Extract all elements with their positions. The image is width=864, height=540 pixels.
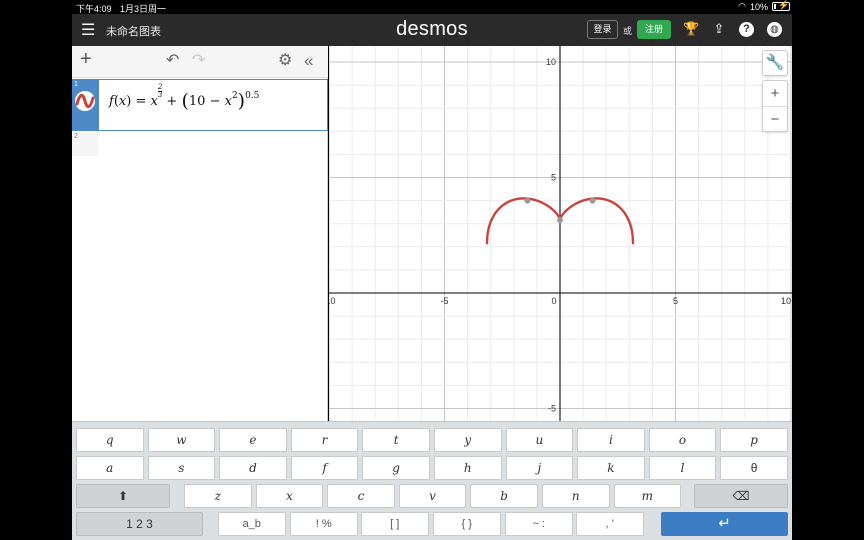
- key-tilde-colon[interactable]: ~ :: [505, 512, 573, 536]
- collapse-panel-button[interactable]: «: [304, 52, 313, 70]
- login-button[interactable]: 登录: [587, 20, 618, 39]
- point-of-interest: [589, 197, 596, 204]
- key-k[interactable]: k: [577, 456, 645, 480]
- x-tick-label: 10: [781, 296, 791, 306]
- expression-row-2[interactable]: 2: [72, 132, 328, 156]
- expression-gutter: 1: [72, 79, 98, 131]
- graph-title[interactable]: 未命名图表: [106, 23, 161, 39]
- x-tick-label: 0: [551, 296, 556, 306]
- key-theta[interactable]: θ: [720, 456, 788, 480]
- y-tick-label: 5: [551, 173, 556, 183]
- expression-index: 1: [74, 81, 78, 88]
- signup-button[interactable]: 注册: [637, 20, 671, 39]
- globe-icon[interactable]: ◍: [767, 22, 782, 37]
- key-subscript[interactable]: a_b: [218, 512, 286, 536]
- key-braces[interactable]: { }: [433, 512, 501, 536]
- x-tick-label: 5: [673, 296, 678, 306]
- key-y[interactable]: y: [434, 428, 502, 452]
- key-d[interactable]: d: [219, 456, 287, 480]
- battery-percent: 10%: [749, 1, 768, 12]
- key-h[interactable]: h: [434, 456, 502, 480]
- x-tick-label: -10: [329, 296, 336, 306]
- expression-panel: + ↶ ↷ ⚙ « 1 f(x) = x23 + (10 − x2)0.5 ✕: [72, 46, 351, 421]
- expression-row-1[interactable]: 1 f(x) = x23 + (10 − x2)0.5 ✕: [72, 79, 351, 131]
- expression-gutter: 2: [72, 132, 98, 156]
- key-v[interactable]: v: [398, 484, 467, 508]
- key-q[interactable]: q: [76, 428, 144, 452]
- zoom-out-button[interactable]: −: [763, 107, 787, 133]
- key-x[interactable]: x: [255, 484, 324, 508]
- expression-formula: f(x) = x2 3 + (10 − x2)0.5: [109, 83, 260, 113]
- trophy-icon[interactable]: 🏆: [683, 21, 699, 37]
- point-of-interest: [524, 197, 531, 204]
- key-o[interactable]: o: [648, 428, 717, 452]
- or-label: 或: [623, 26, 633, 36]
- key-z[interactable]: z: [184, 484, 252, 508]
- graph-canvas[interactable]: -10 -5 0 5 10 10 5 -5: [329, 46, 792, 421]
- key-n[interactable]: n: [542, 484, 610, 508]
- y-tick-label: -5: [548, 404, 556, 414]
- key-s[interactable]: s: [147, 456, 216, 480]
- point-of-interest: [557, 217, 563, 224]
- undo-button[interactable]: ↶: [166, 52, 179, 70]
- key-factorial-percent[interactable]: ! %: [290, 512, 358, 536]
- key-u[interactable]: u: [505, 428, 574, 452]
- key-comma-apostrophe[interactable]: , ': [576, 512, 644, 536]
- zoom-controls: + −: [762, 80, 788, 132]
- key-enter[interactable]: ↵: [661, 512, 788, 536]
- key-l[interactable]: l: [648, 456, 717, 480]
- hamburger-icon[interactable]: ☰: [81, 20, 95, 40]
- wrench-icon[interactable]: 🔧: [762, 50, 788, 76]
- graph-paper[interactable]: -10 -5 0 5 10 10 5 -5 🔧 + −: [329, 46, 792, 421]
- status-date: 1月3日周一: [120, 4, 167, 14]
- expression-color-icon[interactable]: [75, 91, 95, 111]
- expression-index: 2: [74, 133, 78, 140]
- key-p[interactable]: p: [720, 428, 788, 452]
- key-t[interactable]: t: [362, 428, 430, 452]
- status-time: 下午4:09: [76, 4, 112, 14]
- status-bar: 下午4:09 1月3日周一 ◠ 10% ⚡: [0, 0, 864, 14]
- key-numbers[interactable]: 1 2 3: [76, 512, 203, 536]
- key-i[interactable]: i: [577, 428, 645, 452]
- key-b[interactable]: b: [470, 484, 538, 508]
- zoom-in-button[interactable]: +: [763, 81, 787, 107]
- y-tick-label: 10: [546, 57, 556, 67]
- key-a[interactable]: a: [76, 456, 144, 480]
- key-shift[interactable]: ⬆: [76, 484, 170, 508]
- key-c[interactable]: c: [327, 484, 395, 508]
- key-r[interactable]: r: [290, 428, 359, 452]
- key-f[interactable]: f: [290, 456, 359, 480]
- battery-icon: ⚡: [772, 0, 790, 11]
- key-e[interactable]: e: [219, 428, 287, 452]
- key-backspace[interactable]: ⌫: [694, 484, 788, 508]
- key-w[interactable]: w: [147, 428, 216, 452]
- key-m[interactable]: m: [613, 484, 682, 508]
- redo-button[interactable]: ↷: [192, 52, 205, 70]
- help-icon[interactable]: ?: [739, 22, 754, 37]
- math-keyboard: q w e r t y u i o p a s d f g h j k l θ ⬆ z x c v b n m ⌫ 1 2 3 a_b! %…: [72, 421, 792, 540]
- key-brackets[interactable]: [ ]: [361, 512, 429, 536]
- ipad-screen: 下午4:09 1月3日周一 ◠ 10% ⚡ ☰ 未命名图表 desmos 登录 …: [0, 0, 864, 540]
- expression-input[interactable]: f(x) = x23 + (10 − x2)0.5 ✕: [98, 79, 351, 131]
- key-g[interactable]: g: [362, 456, 430, 480]
- add-expression-button[interactable]: +: [80, 49, 92, 69]
- wifi-icon: ◠: [738, 1, 746, 11]
- expression-toolbar: + ↶ ↷ ⚙ «: [72, 46, 328, 78]
- x-tick-label: -5: [440, 296, 448, 306]
- app-header: ☰ 未命名图表 desmos 登录 或 注册 🏆 ⇪ ? ◍: [72, 14, 792, 46]
- share-icon[interactable]: ⇪: [711, 21, 727, 37]
- key-j[interactable]: j: [505, 456, 574, 480]
- settings-gear-icon[interactable]: ⚙: [278, 52, 292, 70]
